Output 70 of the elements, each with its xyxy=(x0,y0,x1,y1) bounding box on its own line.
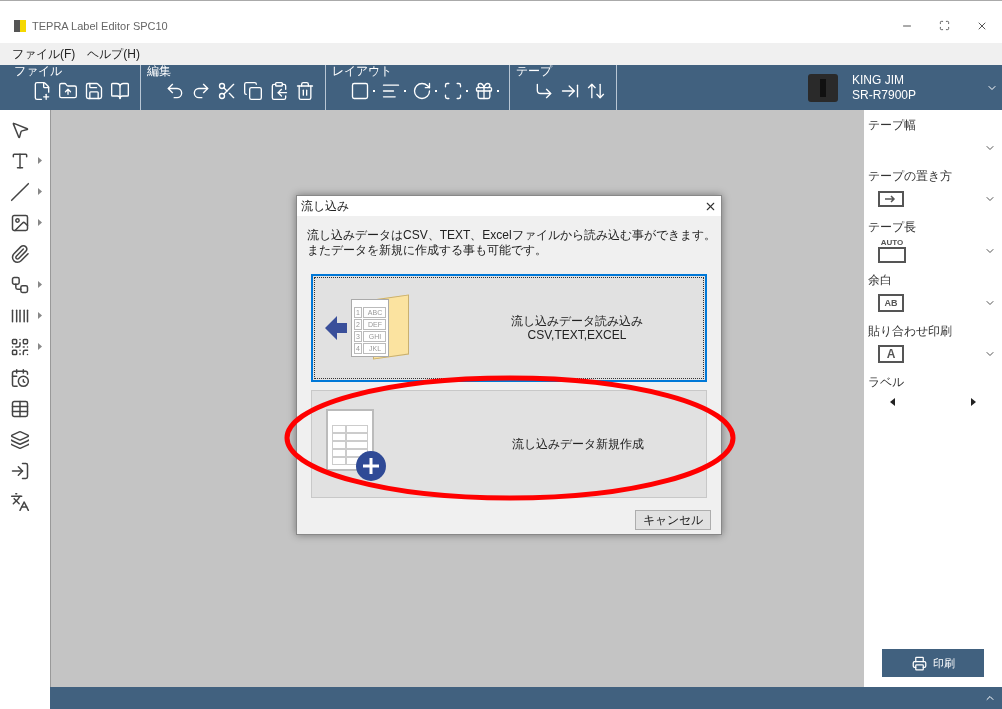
file-plus-icon[interactable] xyxy=(32,81,52,101)
bow-icon[interactable] xyxy=(474,81,494,101)
dialog-message: 流し込みデータはCSV、TEXT、Excelファイルから読み込む事ができます。 xyxy=(307,228,711,243)
submenu-arrow-icon[interactable] xyxy=(38,188,42,195)
scissors-icon[interactable] xyxy=(217,81,237,101)
image-icon[interactable] xyxy=(10,212,30,233)
undo-icon[interactable] xyxy=(165,81,185,101)
maximize-icon[interactable] xyxy=(939,20,950,31)
menu-item[interactable]: ヘルプ(H) xyxy=(87,45,140,63)
book-icon[interactable] xyxy=(110,81,130,101)
trash-icon[interactable] xyxy=(295,81,315,101)
dropdown[interactable]: AUTO xyxy=(868,239,998,263)
translate-icon[interactable] xyxy=(10,491,30,512)
section-label: テープ幅 xyxy=(868,118,917,133)
redo-icon[interactable] xyxy=(191,81,211,101)
section-label: 余白 xyxy=(868,273,893,288)
margin-icon: AB xyxy=(878,294,904,312)
tape-feed-icon[interactable] xyxy=(534,81,554,101)
tape-orientation-icon xyxy=(878,191,904,207)
rotate-icon[interactable] xyxy=(412,81,432,101)
printer-icon xyxy=(911,655,927,671)
option-label: 流し込みデータ読み込み CSV,TEXT,EXCEL xyxy=(511,314,643,342)
submenu-arrow-icon[interactable] xyxy=(38,343,42,350)
paste-icon[interactable] xyxy=(269,81,289,101)
new-file-illustration xyxy=(324,409,384,479)
print-button[interactable]: 印刷 xyxy=(882,649,984,677)
window-title: TEPRA Label Editor SPC10 xyxy=(32,18,168,34)
device-maker: KING JIM xyxy=(852,72,905,88)
section-label: 貼り合わせ印刷 xyxy=(868,324,953,339)
join-print-icon: A xyxy=(878,345,904,363)
table-icon[interactable] xyxy=(10,398,30,419)
tape-length-icon[interactable] xyxy=(586,81,606,101)
qr-code-icon[interactable] xyxy=(10,336,30,357)
dialog-message: またデータを新規に作成する事も可能です。 xyxy=(307,243,548,258)
ribbon-group-label: テープ xyxy=(516,65,554,78)
folder-upload-icon[interactable] xyxy=(58,81,78,101)
submenu-arrow-icon[interactable] xyxy=(38,312,42,319)
submenu-arrow-icon[interactable] xyxy=(38,157,42,164)
frame-icon[interactable] xyxy=(350,81,370,101)
copy-icon[interactable] xyxy=(243,81,263,101)
calendar-clock-icon[interactable] xyxy=(10,367,30,388)
device-model: SR-R7900P xyxy=(852,87,918,103)
dropdown[interactable]: A xyxy=(868,343,998,365)
submenu-arrow-icon[interactable] xyxy=(38,219,42,226)
dialog-title: 流し込み xyxy=(301,198,349,215)
line-icon[interactable] xyxy=(10,181,30,202)
ribbon-group-label: 編集 xyxy=(147,65,172,78)
submenu-arrow-icon[interactable] xyxy=(38,281,42,288)
next-arrow-icon[interactable] xyxy=(971,398,976,406)
dropdown[interactable]: AB xyxy=(868,292,998,314)
arrow-left-icon xyxy=(325,316,347,340)
app-logo-icon xyxy=(14,20,26,32)
section-label: テープ長 xyxy=(868,220,917,235)
printer-drawing xyxy=(808,73,838,102)
save-icon[interactable] xyxy=(84,81,104,101)
close-icon[interactable] xyxy=(976,20,988,32)
cancel-button[interactable]: キャンセル xyxy=(635,510,711,530)
shape-icon[interactable] xyxy=(10,274,30,295)
stacked-labels-icon[interactable] xyxy=(10,429,30,450)
section-label: テープの置き方 xyxy=(868,169,953,184)
new-data-option[interactable]: 流し込みデータ新規作成 xyxy=(311,390,707,498)
fit-frame-icon[interactable] xyxy=(443,81,463,101)
ribbon-group-label: レイアウト xyxy=(332,65,393,78)
option-label: 流し込みデータ新規作成 xyxy=(512,437,644,451)
section-label: ラベル xyxy=(868,375,905,390)
clip-icon[interactable] xyxy=(10,243,30,264)
import-icon[interactable] xyxy=(10,460,30,481)
menu-item[interactable]: ファイル(F) xyxy=(12,45,76,63)
ribbon-group-label: ファイル xyxy=(14,65,63,78)
previous-arrow-icon[interactable] xyxy=(890,398,895,406)
